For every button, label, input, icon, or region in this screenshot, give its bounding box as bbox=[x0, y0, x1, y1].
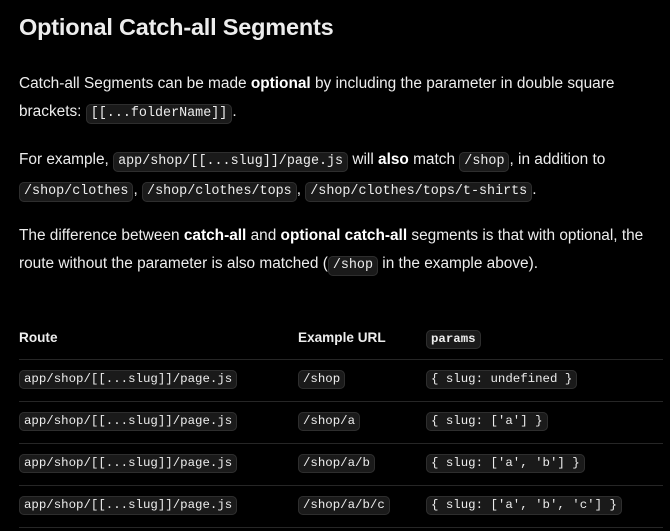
text: The difference between bbox=[19, 227, 184, 244]
table-row: app/shop/[[...slug]]/page.js /shop { slu… bbox=[19, 360, 663, 402]
params-cell: { slug: undefined } bbox=[426, 370, 578, 389]
routes-table: Route Example URL params app/shop/[[...s… bbox=[19, 322, 663, 528]
paragraph-intro: Catch-all Segments can be made optional … bbox=[19, 70, 669, 128]
url-code: /shop/a/b/c bbox=[298, 496, 390, 515]
table-row: app/shop/[[...slug]]/page.js /shop/a/b/c… bbox=[19, 486, 663, 528]
text: and bbox=[246, 227, 281, 244]
example-url-cell: /shop bbox=[298, 370, 346, 389]
emphasis-catch-all: catch-all bbox=[183, 227, 247, 244]
text: , in addition to bbox=[509, 151, 606, 168]
params-code: { slug: ['a'] } bbox=[426, 412, 548, 431]
url-code: /shop/a/b bbox=[298, 454, 375, 473]
text: For example, bbox=[19, 151, 114, 168]
params-code: params bbox=[426, 330, 481, 349]
text: . bbox=[232, 103, 237, 120]
emphasis-optional-catch-all: optional catch-all bbox=[280, 227, 408, 244]
params-cell: { slug: ['a', 'b'] } bbox=[426, 454, 585, 473]
url-code: /shop/a bbox=[298, 412, 361, 431]
inline-code-shop: /shop bbox=[327, 256, 379, 276]
route-cell: app/shop/[[...slug]]/page.js bbox=[19, 496, 238, 515]
example-url-cell: /shop/a bbox=[298, 412, 361, 431]
table-row: app/shop/[[...slug]]/page.js /shop/a { s… bbox=[19, 402, 663, 444]
inline-code-route-path: app/shop/[[...slug]]/page.js bbox=[113, 152, 349, 172]
text: match bbox=[408, 151, 460, 168]
url-code: /shop bbox=[298, 370, 346, 389]
params-cell: { slug: ['a'] } bbox=[426, 412, 548, 431]
params-cell: { slug: ['a', 'b', 'c'] } bbox=[426, 496, 622, 515]
table-row: app/shop/[[...slug]]/page.js /shop/a/b {… bbox=[19, 444, 663, 486]
params-code: { slug: ['a', 'b', 'c'] } bbox=[426, 496, 622, 515]
example-url-cell: /shop/a/b/c bbox=[298, 496, 390, 515]
inline-code-shop-clothes-tops: /shop/clothes/tops bbox=[142, 182, 297, 202]
inline-code-shop-clothes-tops-tshirts: /shop/clothes/tops/t-shirts bbox=[305, 182, 533, 202]
inline-code-shop: /shop bbox=[459, 152, 510, 172]
column-header-route: Route bbox=[19, 330, 58, 345]
section-heading: Optional Catch-all Segments bbox=[19, 14, 334, 40]
emphasis-also: also bbox=[378, 151, 409, 168]
inline-code-folder-name: [[...folderName]] bbox=[85, 104, 233, 124]
route-code: app/shop/[[...slug]]/page.js bbox=[19, 370, 238, 389]
paragraph-difference: The difference between catch-all and opt… bbox=[19, 222, 669, 280]
route-code: app/shop/[[...slug]]/page.js bbox=[19, 496, 238, 515]
text: , bbox=[296, 181, 306, 198]
text: in the example above). bbox=[378, 255, 539, 272]
example-url-cell: /shop/a/b bbox=[298, 454, 375, 473]
emphasis-optional: optional bbox=[250, 75, 311, 92]
route-code: app/shop/[[...slug]]/page.js bbox=[19, 454, 238, 473]
text: , bbox=[133, 181, 143, 198]
text: will bbox=[348, 151, 379, 168]
route-cell: app/shop/[[...slug]]/page.js bbox=[19, 370, 238, 389]
column-header-params: params bbox=[426, 330, 481, 349]
table-header-row: Route Example URL params bbox=[19, 322, 663, 360]
inline-code-shop-clothes: /shop/clothes bbox=[19, 182, 134, 202]
route-cell: app/shop/[[...slug]]/page.js bbox=[19, 454, 238, 473]
text: Catch-all Segments can be made bbox=[19, 75, 251, 92]
route-cell: app/shop/[[...slug]]/page.js bbox=[19, 412, 238, 431]
column-header-example-url: Example URL bbox=[298, 330, 386, 345]
params-code: { slug: ['a', 'b'] } bbox=[426, 454, 585, 473]
route-code: app/shop/[[...slug]]/page.js bbox=[19, 412, 238, 431]
paragraph-example: For example, app/shop/[[...slug]]/page.j… bbox=[19, 146, 669, 206]
params-code: { slug: undefined } bbox=[426, 370, 578, 389]
text: . bbox=[532, 181, 537, 198]
